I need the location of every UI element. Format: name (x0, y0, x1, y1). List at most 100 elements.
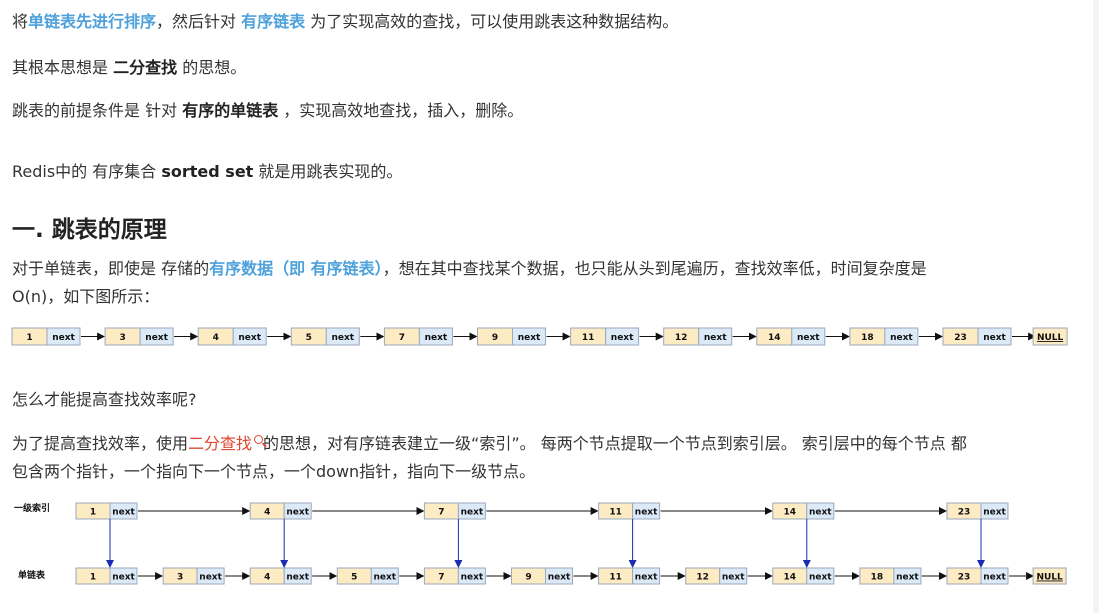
list-node: 9 next (511, 567, 573, 585)
node-next-label: next (145, 333, 168, 343)
binary-search-link[interactable]: 二分查找 (188, 434, 264, 453)
bold-binary-search: 二分查找 (113, 58, 178, 77)
list-node: 23 next (942, 327, 1012, 346)
null-label: NULL (1037, 333, 1064, 343)
list-node: 7 next (383, 327, 453, 346)
list-node: 3 next (162, 567, 225, 585)
node-value-label: 14 (784, 508, 797, 518)
node-value-label: 9 (492, 333, 498, 343)
index-node: 11 next (598, 502, 661, 520)
node-value-label: 18 (871, 573, 884, 583)
null-label: NULL (1036, 573, 1063, 583)
node-value-label: 4 (264, 573, 270, 583)
node-next-label: next (461, 573, 484, 583)
node-next-label: next (518, 333, 541, 343)
node-next-label: next (809, 508, 832, 518)
index-level-label: 一级索引 (14, 502, 50, 514)
node-value-label: 5 (351, 573, 357, 583)
paragraph-intro: 将单链表先进行排序，然后针对 有序链表 为了实现高效的查找，可以使用跳表这种数据… (12, 12, 679, 31)
paragraph-linear-search-cont: O(n)，如下图所示： (12, 287, 160, 306)
node-value-label: 4 (264, 508, 270, 518)
bold-ordered-list: 有序的单链表 (182, 101, 279, 120)
linked-list-diagram: 1 next 3 next 4 next 5 next 7 next 9 next 11 next 12 ne… (11, 327, 1068, 346)
list-node: 9 next (477, 327, 546, 346)
node-next-label: next (611, 333, 634, 343)
emphasis-ordered-data: 有序数据（即 有序链表） (209, 259, 383, 278)
node-value-label: 11 (609, 573, 622, 583)
skip-list-diagram: 一级索引 单链表 1 next 3 next 4 next 5 next 7 next 9 next 1… (14, 502, 1067, 585)
node-value-label: 1 (90, 573, 96, 583)
list-node: 4 next (197, 327, 267, 346)
list-node: 1 next (11, 327, 81, 346)
search-icon (254, 435, 264, 444)
list-level-label: 单链表 (18, 569, 46, 581)
paragraph-question: 怎么才能提高查找效率呢? (12, 390, 197, 409)
node-value-label: 12 (675, 333, 688, 343)
node-value-label: 1 (26, 333, 32, 343)
list-node: 11 next (598, 567, 661, 585)
index-node: 1 next (75, 502, 138, 520)
node-value-label: 23 (958, 508, 971, 518)
node-next-label: next (286, 508, 309, 518)
section-heading: 一. 跳表的原理 (12, 217, 167, 243)
node-next-label: next (983, 333, 1006, 343)
node-value-label: 18 (861, 333, 874, 343)
node-value-label: 12 (696, 573, 709, 583)
node-value-label: 3 (119, 333, 125, 343)
node-value-label: 11 (582, 333, 595, 343)
node-next-label: next (286, 573, 309, 583)
node-value-label: 5 (306, 333, 312, 343)
paragraph-linear-search: 对于单链表，即使是 存储的有序数据（即 有序链表），想在其中查找某个数据，也只能… (12, 259, 927, 278)
list-node: 14 next (756, 327, 826, 346)
node-next-label: next (896, 573, 919, 583)
node-next-label: next (635, 508, 658, 518)
node-next-label: next (722, 573, 745, 583)
node-value-label: 7 (399, 333, 405, 343)
node-value-label: 14 (784, 573, 797, 583)
node-next-label: next (425, 333, 448, 343)
node-value-label: 23 (954, 333, 967, 343)
node-value-label: 4 (213, 333, 219, 343)
list-node: 11 next (570, 327, 640, 346)
node-value-label: 11 (609, 508, 622, 518)
index-node: 23 next (946, 502, 1009, 520)
paragraph-idea: 其根本思想是 二分查找 的思想。 (12, 58, 247, 77)
paragraph-index-idea-cont: 包含两个指针，一个指向下一个节点，一个down指针，指向下一级节点。 (12, 462, 536, 481)
bold-sorted-set: sorted set (161, 162, 254, 181)
index-node: 14 next (772, 502, 835, 520)
node-next-label: next (809, 573, 832, 583)
list-node: 3 next (104, 327, 174, 346)
node-value-label: 7 (438, 508, 444, 518)
node-value-label: 14 (768, 333, 781, 343)
node-next-label: next (704, 333, 727, 343)
node-next-label: next (548, 573, 571, 583)
list-node: 4 next (249, 567, 312, 585)
list-node: 5 next (290, 327, 360, 346)
node-next-label: next (635, 573, 658, 583)
node-next-label: next (373, 573, 396, 583)
node-value-label: 9 (525, 573, 531, 583)
index-node: 4 next (249, 502, 312, 520)
list-node: 14 next (772, 567, 835, 585)
node-next-label: next (890, 333, 913, 343)
node-next-label: next (112, 508, 135, 518)
node-next-label: next (331, 333, 354, 343)
node-next-label: next (983, 573, 1006, 583)
paragraph-redis: Redis中的 有序集合 sorted set 就是用跳表实现的。 (12, 162, 403, 181)
list-node: 12 next (663, 327, 733, 346)
scrollbar[interactable] (1093, 0, 1099, 613)
list-node: 12 next (685, 567, 748, 585)
null-node: NULL (1032, 327, 1068, 346)
node-next-label: next (52, 333, 75, 343)
list-node: 1 next (75, 567, 138, 585)
node-next-label: next (199, 573, 222, 583)
node-next-label: next (238, 333, 261, 343)
node-next-label: next (112, 573, 135, 583)
emphasis-sort: 单链表先进行排序 (28, 12, 157, 31)
null-node: NULL (1032, 567, 1067, 585)
paragraph-index-idea: 为了提高查找效率，使用二分查找 的思想，对有序链表建立一级“索引”。 每两个节点提… (12, 434, 967, 453)
node-next-label: next (797, 333, 820, 343)
paragraph-precondition: 跳表的前提条件是 针对 有序的单链表 ，实现高效地查找，插入，删除。 (12, 101, 524, 120)
node-next-label: next (461, 508, 484, 518)
list-node: 18 next (859, 567, 922, 585)
